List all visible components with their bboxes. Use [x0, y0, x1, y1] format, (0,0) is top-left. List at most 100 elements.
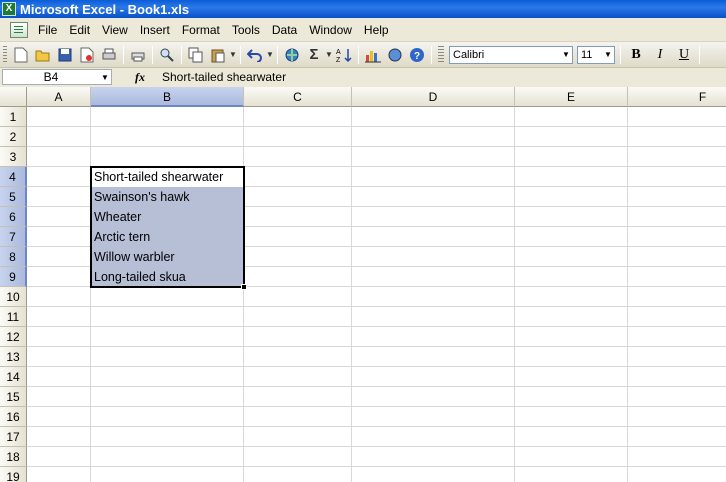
grid-line — [27, 126, 726, 127]
research-icon[interactable] — [157, 45, 177, 65]
formatting-toolbar-grip[interactable] — [438, 45, 444, 64]
standard-toolbar: ▼ ▼ Σ ▼ AZ ? Calibri ▼ 11 ▼ B I U — [0, 42, 726, 68]
row-header-16[interactable]: 16 — [0, 407, 27, 427]
new-icon[interactable] — [11, 45, 31, 65]
column-header-d[interactable]: D — [352, 87, 515, 107]
chart-wizard-icon[interactable] — [363, 45, 383, 65]
toolbar-separator — [699, 45, 700, 64]
row-header-7[interactable]: 7 — [0, 227, 27, 247]
print-preview-icon[interactable] — [99, 45, 119, 65]
name-box[interactable]: B4 ▼ — [2, 69, 112, 85]
row-header-18[interactable]: 18 — [0, 447, 27, 467]
toolbar-separator — [152, 45, 153, 64]
svg-text:?: ? — [414, 51, 420, 62]
font-size-select[interactable]: 11 ▼ — [577, 45, 615, 64]
column-header-f[interactable]: F — [628, 87, 726, 107]
menu-help[interactable]: Help — [358, 20, 395, 40]
column-header-a[interactable]: A — [27, 87, 91, 107]
fill-handle[interactable] — [241, 284, 247, 290]
menu-window[interactable]: Window — [303, 20, 358, 40]
cell-b4[interactable]: Short-tailed shearwater — [91, 167, 243, 187]
grid-line — [27, 446, 726, 447]
row-header-5[interactable]: 5 — [0, 187, 27, 207]
row-header-3[interactable]: 3 — [0, 147, 27, 167]
hyperlink-icon[interactable] — [282, 45, 302, 65]
open-icon[interactable] — [33, 45, 53, 65]
menu-edit[interactable]: Edit — [63, 20, 96, 40]
menu-insert[interactable]: Insert — [134, 20, 176, 40]
svg-text:Z: Z — [336, 57, 341, 63]
grid-line — [27, 146, 726, 147]
chevron-down-icon[interactable]: ▼ — [602, 47, 614, 63]
italic-button[interactable]: I — [649, 45, 671, 65]
grid-line — [27, 326, 726, 327]
permission-icon[interactable] — [77, 45, 97, 65]
menu-file[interactable]: File — [32, 20, 63, 40]
column-header-e[interactable]: E — [515, 87, 628, 107]
row-header-17[interactable]: 17 — [0, 427, 27, 447]
row-header-2[interactable]: 2 — [0, 127, 27, 147]
toolbar-separator — [240, 45, 241, 64]
menu-view[interactable]: View — [96, 20, 134, 40]
toolbar-separator — [123, 45, 124, 64]
formula-bar: B4 ▼ fx Short-tailed shearwater — [0, 68, 726, 86]
undo-dropdown-icon[interactable]: ▼ — [266, 50, 274, 59]
print-icon[interactable] — [128, 45, 148, 65]
window-title: Microsoft Excel - Book1.xls — [20, 1, 190, 17]
workbook-icon[interactable] — [10, 21, 28, 38]
worksheet-grid[interactable]: A B C D E F 1 2 3 4 5 6 7 8 9 10 11 12 13 14 15 16 17 18 1… — [0, 87, 726, 482]
row-header-9[interactable]: 9 — [0, 267, 27, 287]
chevron-down-icon[interactable]: ▼ — [99, 73, 111, 82]
formula-input[interactable]: Short-tailed shearwater — [160, 69, 726, 85]
font-size-value: 11 — [581, 48, 593, 61]
menu-tools[interactable]: Tools — [226, 20, 266, 40]
paste-dropdown-icon[interactable]: ▼ — [229, 50, 237, 59]
chevron-down-icon[interactable]: ▼ — [560, 47, 572, 63]
row-header-6[interactable]: 6 — [0, 207, 27, 227]
toolbar-separator — [620, 45, 621, 64]
paste-icon[interactable] — [208, 45, 228, 65]
cell-b5[interactable]: Swainson's hawk — [91, 187, 243, 207]
grid-line — [27, 466, 726, 467]
save-icon[interactable] — [55, 45, 75, 65]
column-header-b[interactable]: B — [91, 87, 244, 107]
autosum-icon[interactable]: Σ — [304, 45, 324, 65]
row-header-19[interactable]: 19 — [0, 467, 27, 482]
name-box-value: B4 — [43, 70, 59, 84]
grid-line — [27, 346, 726, 347]
select-all-corner[interactable] — [0, 87, 27, 107]
toolbar-separator — [358, 45, 359, 64]
row-header-8[interactable]: 8 — [0, 247, 27, 267]
row-header-1[interactable]: 1 — [0, 107, 27, 127]
row-header-11[interactable]: 11 — [0, 307, 27, 327]
toolbar-grip[interactable] — [3, 45, 7, 64]
autosum-dropdown-icon[interactable]: ▼ — [325, 50, 333, 59]
title-bar: X Microsoft Excel - Book1.xls — [0, 0, 726, 18]
menu-format[interactable]: Format — [176, 20, 226, 40]
underline-button[interactable]: U — [673, 45, 695, 65]
row-header-14[interactable]: 14 — [0, 367, 27, 387]
cell-b8[interactable]: Willow warbler — [91, 247, 243, 267]
font-name-select[interactable]: Calibri ▼ — [449, 45, 573, 64]
sort-ascending-icon[interactable]: AZ — [334, 45, 354, 65]
cell-b9[interactable]: Long-tailed skua — [91, 267, 243, 287]
help-icon[interactable]: ? — [407, 45, 427, 65]
grid-line — [27, 386, 726, 387]
copy-icon[interactable] — [186, 45, 206, 65]
row-header-12[interactable]: 12 — [0, 327, 27, 347]
menu-data[interactable]: Data — [266, 20, 303, 40]
row-header-10[interactable]: 10 — [0, 287, 27, 307]
cell-b7[interactable]: Arctic tern — [91, 227, 243, 247]
drawing-icon[interactable] — [385, 45, 405, 65]
column-header-c[interactable]: C — [244, 87, 352, 107]
row-header-15[interactable]: 15 — [0, 387, 27, 407]
row-header-4[interactable]: 4 — [0, 167, 27, 187]
bold-button[interactable]: B — [625, 45, 647, 65]
toolbar-separator — [181, 45, 182, 64]
undo-icon[interactable] — [245, 45, 265, 65]
cell-b6[interactable]: Wheater — [91, 207, 243, 227]
grid-line — [27, 426, 726, 427]
row-header-13[interactable]: 13 — [0, 347, 27, 367]
insert-function-icon[interactable]: fx — [120, 70, 160, 85]
font-name-value: Calibri — [453, 48, 485, 61]
